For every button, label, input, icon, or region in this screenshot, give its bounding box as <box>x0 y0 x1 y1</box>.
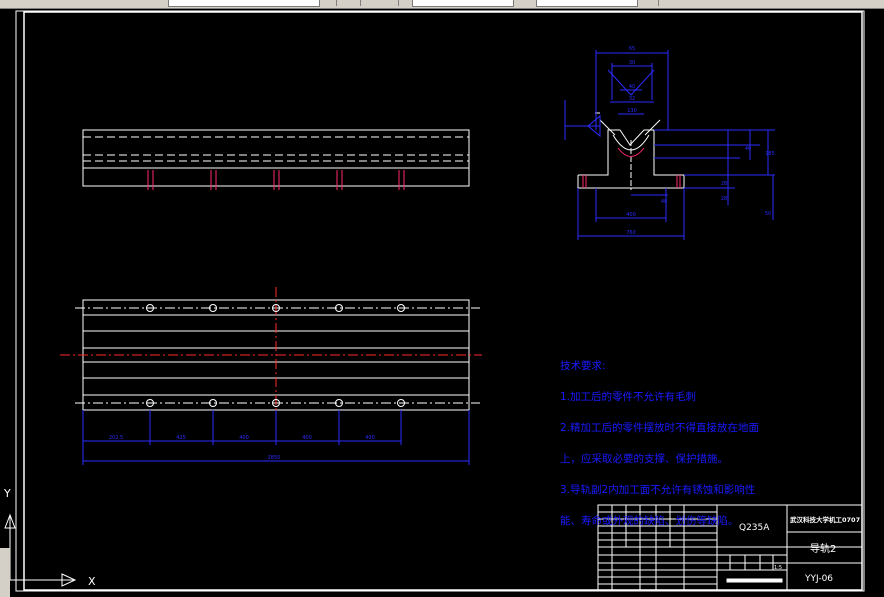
ucs-icon <box>2 513 77 587</box>
side-view <box>82 129 470 190</box>
ucs-y-label: Y <box>3 487 11 500</box>
toolbar-button[interactable] <box>388 0 399 6</box>
dim-label: 65 <box>629 46 635 52</box>
dim-label: 400 <box>302 435 312 441</box>
layer-dropdown[interactable] <box>168 0 320 7</box>
cad-toolbar <box>0 0 884 9</box>
note-line: 2.精加工后的零件摆放时不得直接放在地面 <box>560 421 760 434</box>
dim-label: 50 <box>765 211 771 217</box>
drawing-number-label: YYJ-06 <box>804 574 833 584</box>
notes-title: 技术要求: <box>560 359 606 372</box>
dim-label: 32 <box>629 96 635 102</box>
dim-label: 202.5 <box>109 435 123 441</box>
dim-label: 40 <box>629 84 635 90</box>
toolbar-button[interactable] <box>350 0 361 6</box>
toolbar-button[interactable] <box>648 0 659 6</box>
dim-label: 28 <box>721 181 727 187</box>
note-line: 能、寿命或外观的缺陷、划伤等缺陷。 <box>560 514 739 527</box>
lineweight-dropdown[interactable] <box>536 0 638 7</box>
technical-requirements: 技术要求: 1.加工后的零件不允许有毛刺 2.精加工后的零件摆放时不得直接放在地… <box>560 343 759 545</box>
dim-label: 28 <box>721 196 727 202</box>
drawing-viewport[interactable]: 202.5 425 400 400 400 2850 65 30 40 32 1… <box>0 9 884 597</box>
dim-label: 400 <box>626 212 636 218</box>
note-line: 1.加工后的零件不允许有毛刺 <box>560 390 697 403</box>
school-label: 武汉科技大学机工0707 <box>790 515 860 524</box>
part-name-label: 导轨2 <box>810 542 836 555</box>
section-dims <box>564 50 775 240</box>
dim-label: 400 <box>365 435 375 441</box>
dim-label: 400 <box>239 435 249 441</box>
note-line: 3.导轨副2内加工面不允许有锈蚀和影响性 <box>560 483 756 496</box>
bolt-holes <box>147 170 405 190</box>
dim-label: 30 <box>629 60 635 66</box>
dim-label: 760 <box>626 230 636 236</box>
ucs-x-label: X <box>88 575 96 588</box>
dim-label: 130 <box>627 108 637 114</box>
dim-label: 40 <box>661 199 667 205</box>
scale-label: 1:5 <box>774 565 782 571</box>
dim-label: 425 <box>176 435 186 441</box>
note-line: 上，应采取必要的支撑、保护措施。 <box>560 452 728 465</box>
toolbar-button[interactable] <box>326 0 337 6</box>
linetype-dropdown[interactable] <box>412 0 514 7</box>
dim-label: 40 <box>745 146 751 152</box>
dim-label: 2850 <box>268 455 281 461</box>
side-tool-strip[interactable] <box>0 548 10 597</box>
top-view <box>60 287 482 418</box>
dim-label: 185 <box>765 151 775 157</box>
